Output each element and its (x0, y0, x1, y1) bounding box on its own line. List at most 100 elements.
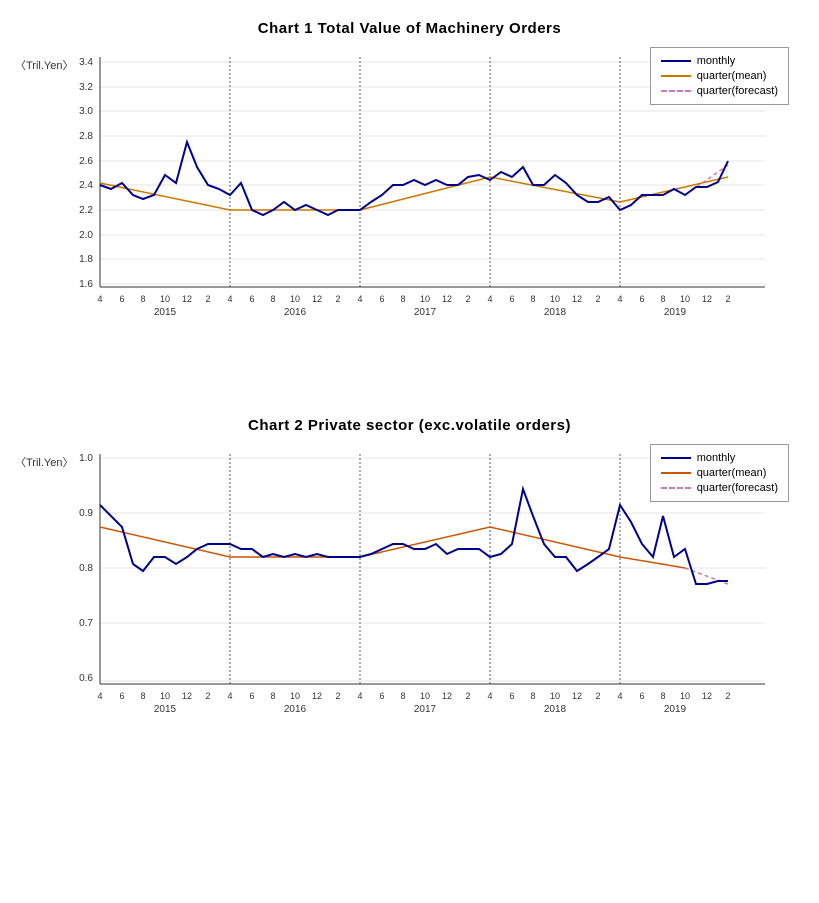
legend-quarter-mean: quarter(mean) (661, 70, 778, 82)
page-container: Chart 1 Total Value of Machinery Orders … (0, 0, 819, 834)
svg-text:8: 8 (660, 294, 665, 304)
svg-text:2.8: 2.8 (79, 131, 93, 142)
legend2-monthly-line (661, 457, 691, 460)
svg-text:4: 4 (227, 294, 232, 304)
svg-text:4: 4 (97, 294, 102, 304)
svg-text:12: 12 (182, 691, 192, 701)
svg-text:6: 6 (379, 691, 384, 701)
chart2-quarter-mean (100, 527, 685, 568)
svg-text:8: 8 (530, 294, 535, 304)
svg-text:2.6: 2.6 (79, 156, 93, 167)
legend2-quarter-mean: quarter(mean) (661, 467, 778, 479)
svg-text:2: 2 (465, 294, 470, 304)
svg-text:3.4: 3.4 (79, 57, 93, 68)
legend-quarter-forecast-label: quarter(forecast) (697, 85, 778, 97)
svg-text:8: 8 (400, 691, 405, 701)
svg-text:6: 6 (639, 691, 644, 701)
svg-text:4: 4 (617, 294, 622, 304)
svg-text:1.6: 1.6 (79, 279, 93, 290)
svg-text:0.9: 0.9 (79, 508, 93, 519)
legend2-quarter-mean-label: quarter(mean) (697, 467, 767, 479)
svg-text:2018: 2018 (544, 307, 567, 318)
svg-text:0.8: 0.8 (79, 563, 93, 574)
legend-monthly: monthly (661, 55, 778, 67)
svg-text:2019: 2019 (664, 307, 687, 318)
svg-text:10: 10 (550, 294, 560, 304)
svg-text:8: 8 (400, 294, 405, 304)
svg-text:12: 12 (572, 294, 582, 304)
svg-text:12: 12 (442, 294, 452, 304)
svg-text:0.7: 0.7 (79, 618, 93, 629)
svg-text:12: 12 (442, 691, 452, 701)
svg-text:2: 2 (335, 691, 340, 701)
svg-text:2017: 2017 (414, 704, 437, 715)
svg-text:12: 12 (702, 691, 712, 701)
svg-text:6: 6 (119, 294, 124, 304)
chart2-legend: monthly quarter(mean) quarter(forecast) (650, 444, 789, 502)
chart1-monthly (100, 142, 728, 215)
svg-text:2: 2 (465, 691, 470, 701)
legend-quarter-mean-label: quarter(mean) (697, 70, 767, 82)
svg-text:10: 10 (160, 691, 170, 701)
svg-text:3.0: 3.0 (79, 106, 93, 117)
svg-text:6: 6 (639, 294, 644, 304)
chart1-legend: monthly quarter(mean) quarter(forecast) (650, 47, 789, 105)
legend2-quarter-forecast-line (661, 487, 691, 489)
chart2-monthly (100, 489, 728, 584)
svg-text:4: 4 (487, 294, 492, 304)
svg-text:2: 2 (595, 294, 600, 304)
svg-text:1.8: 1.8 (79, 254, 93, 265)
svg-text:2018: 2018 (544, 704, 567, 715)
chart1-ylabel: 〈Tril.Yen〉 (15, 57, 73, 73)
svg-text:10: 10 (290, 294, 300, 304)
svg-text:4: 4 (97, 691, 102, 701)
svg-text:10: 10 (420, 294, 430, 304)
chart2-ylabel: 〈Tril.Yen〉 (15, 454, 73, 470)
svg-text:10: 10 (420, 691, 430, 701)
chart2-title: Chart 2 Private sector (exc.volatile ord… (10, 417, 809, 434)
svg-text:12: 12 (572, 691, 582, 701)
svg-text:8: 8 (270, 691, 275, 701)
svg-text:2016: 2016 (284, 704, 307, 715)
legend-quarter-forecast-line (661, 90, 691, 92)
svg-text:3.2: 3.2 (79, 82, 93, 93)
svg-text:12: 12 (312, 691, 322, 701)
svg-text:6: 6 (379, 294, 384, 304)
legend2-monthly-label: monthly (697, 452, 736, 464)
svg-text:2016: 2016 (284, 307, 307, 318)
svg-text:4: 4 (357, 294, 362, 304)
svg-text:2.4: 2.4 (79, 180, 93, 191)
legend-quarter-mean-line (661, 75, 691, 77)
legend-quarter-forecast: quarter(forecast) (661, 85, 778, 97)
legend2-quarter-forecast: quarter(forecast) (661, 482, 778, 494)
svg-text:0.6: 0.6 (79, 673, 93, 684)
svg-text:4: 4 (357, 691, 362, 701)
svg-text:12: 12 (702, 294, 712, 304)
svg-text:4: 4 (617, 691, 622, 701)
svg-text:8: 8 (140, 691, 145, 701)
svg-text:6: 6 (509, 691, 514, 701)
svg-text:12: 12 (182, 294, 192, 304)
chart1-wrapper: Chart 1 Total Value of Machinery Orders … (10, 20, 809, 377)
svg-text:10: 10 (680, 294, 690, 304)
chart1-title: Chart 1 Total Value of Machinery Orders (10, 20, 809, 37)
svg-text:4: 4 (487, 691, 492, 701)
svg-text:2: 2 (595, 691, 600, 701)
svg-text:2.0: 2.0 (79, 230, 93, 241)
svg-text:2: 2 (205, 691, 210, 701)
svg-text:2.2: 2.2 (79, 205, 93, 216)
svg-text:2015: 2015 (154, 704, 177, 715)
svg-text:8: 8 (660, 691, 665, 701)
svg-text:1.0: 1.0 (79, 453, 93, 464)
svg-text:2019: 2019 (664, 704, 687, 715)
svg-text:8: 8 (140, 294, 145, 304)
svg-text:4: 4 (227, 691, 232, 701)
svg-text:10: 10 (160, 294, 170, 304)
legend2-monthly: monthly (661, 452, 778, 464)
svg-text:2015: 2015 (154, 307, 177, 318)
svg-text:6: 6 (249, 691, 254, 701)
svg-text:12: 12 (312, 294, 322, 304)
svg-text:2: 2 (205, 294, 210, 304)
svg-text:2017: 2017 (414, 307, 437, 318)
svg-text:6: 6 (249, 294, 254, 304)
